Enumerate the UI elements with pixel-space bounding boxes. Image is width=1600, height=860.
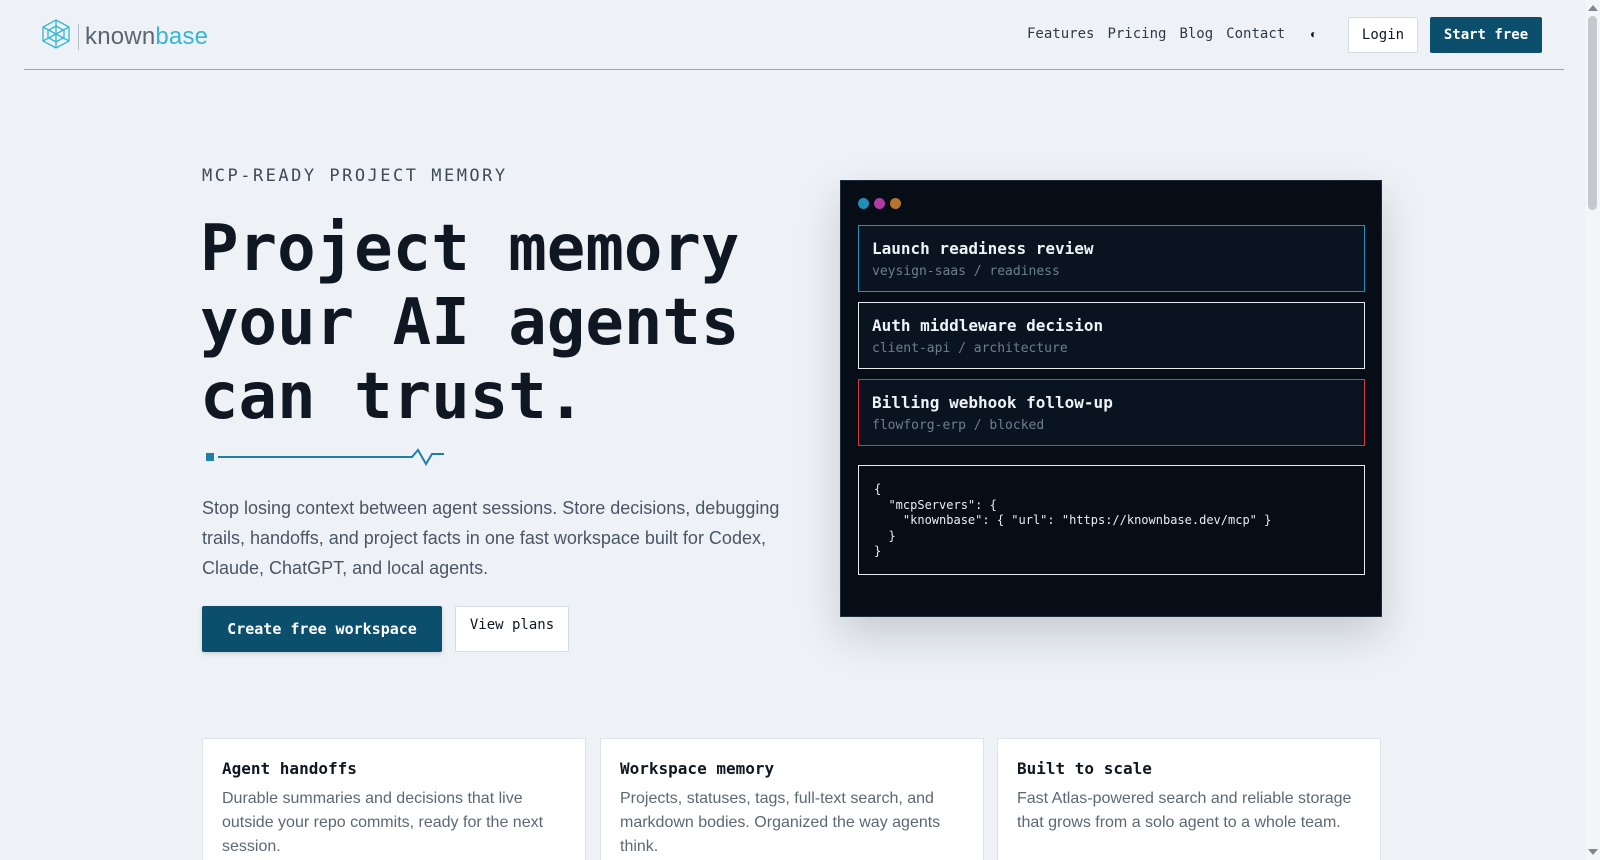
feature-card-built-to-scale: Built to scale Fast Atlas-powered search… [997,738,1381,860]
scroll-thumb[interactable] [1588,16,1597,210]
hero-lead: Stop losing context between agent sessio… [202,498,780,578]
memory-card-subtitle: flowforg-erp / blocked [872,418,1045,433]
main-nav: Features Pricing Blog Contact [1027,26,1285,42]
start-free-button[interactable]: Start free [1430,17,1542,53]
headline-line: can trust. [200,360,586,434]
feature-body: Durable summaries and decisions that liv… [222,790,544,855]
nav-blog[interactable]: Blog [1179,26,1213,42]
hero-headline: Project memory your AI agents can trust. [200,212,820,434]
logo-icon [40,18,72,55]
memory-card[interactable]: Launch readiness review veysign-saas / r… [858,225,1365,292]
feature-title: Agent handoffs [222,759,357,778]
feature-card-workspace-memory: Workspace memory Projects, statuses, tag… [600,738,984,860]
site-header: knownbase Features Pricing Blog Contact … [24,0,1564,70]
view-plans-button[interactable]: View plans [455,606,569,652]
memory-card-title: Billing webhook follow-up [872,393,1113,412]
logo[interactable]: knownbase [40,18,208,55]
feature-card-agent-handoffs: Agent handoffs Durable summaries and dec… [202,738,586,860]
memory-card-subtitle: client-api / architecture [872,341,1068,356]
feature-title: Built to scale [1017,759,1152,778]
workspace-preview-panel: Launch readiness review veysign-saas / r… [840,180,1382,617]
pulse-divider-icon [206,448,444,466]
hero-eyebrow: MCP-READY PROJECT MEMORY [202,166,508,186]
memory-card-title: Auth middleware decision [872,316,1104,335]
feature-title: Workspace memory [620,759,775,778]
headline-line: your AI agents [200,286,740,360]
mcp-config-code: { "mcpServers": { "knownbase": { "url": … [858,465,1365,575]
logo-wordmark: knownbase [85,22,209,50]
memory-card[interactable]: Billing webhook follow-up flowforg-erp /… [858,379,1365,446]
scroll-down-icon[interactable] [1588,849,1598,855]
window-dots [858,198,901,209]
memory-card-title: Launch readiness review [872,239,1094,258]
nav-contact[interactable]: Contact [1226,26,1285,42]
memory-card-subtitle: veysign-saas / readiness [872,264,1060,279]
window-dot-icon [890,198,901,209]
page-scrollbar[interactable] [1585,0,1600,860]
feature-body: Projects, statuses, tags, full-text sear… [620,790,941,855]
feature-body: Fast Atlas-powered search and reliable s… [1017,790,1352,831]
logo-separator [78,23,79,50]
nav-pricing[interactable]: Pricing [1107,26,1166,42]
window-dot-icon [858,198,869,209]
window-dot-icon [874,198,885,209]
headline-line: Project memory [200,212,740,286]
nav-features[interactable]: Features [1027,26,1094,42]
scroll-up-icon[interactable] [1588,5,1598,11]
create-workspace-button[interactable]: Create free workspace [202,606,442,652]
memory-card[interactable]: Auth middleware decision client-api / ar… [858,302,1365,369]
login-button[interactable]: Login [1348,17,1418,53]
theme-toggle-icon[interactable]: ◐ [1310,27,1317,41]
